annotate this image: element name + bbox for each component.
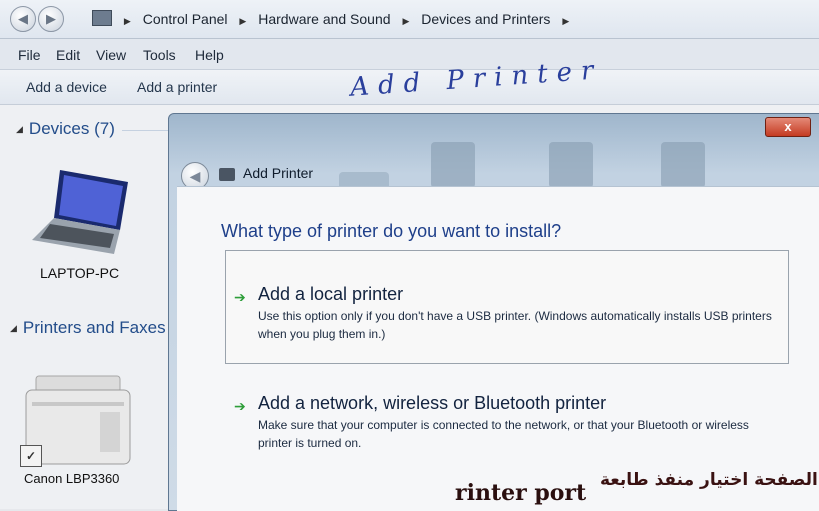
collapse-triangle-icon: ◢ [16, 124, 23, 134]
option-title: Add a network, wireless or Bluetooth pri… [258, 393, 607, 413]
breadcrumb-separator-icon[interactable]: ▶ [562, 16, 569, 26]
background-blur [431, 142, 475, 188]
option-description: Make sure that your computer is connecte… [258, 418, 749, 450]
breadcrumb-separator-icon: ▶ [239, 16, 247, 26]
option-description: Use this option only if you don't have a… [258, 309, 772, 341]
forward-button[interactable]: ▶ [38, 6, 64, 32]
caption-fragment: rinter port [455, 480, 587, 506]
collapse-triangle-icon: ◢ [10, 323, 17, 333]
menu-tools[interactable]: Tools [143, 47, 176, 63]
address-bar: ◀ ▶ ▶ Control Panel ▶ Hardware and Sound… [0, 0, 819, 39]
green-arrow-icon: ➔ [234, 289, 246, 305]
laptop-icon[interactable] [30, 168, 130, 258]
menu-edit[interactable]: Edit [56, 47, 80, 63]
close-button[interactable]: x [765, 117, 811, 137]
green-arrow-icon: ➔ [234, 398, 246, 414]
back-button[interactable]: ◀ [10, 6, 36, 32]
dialog-title: Add Printer [243, 165, 314, 181]
option-title: Add a local printer [258, 284, 404, 304]
devices-group-header[interactable]: ◢ Devices (7) [16, 119, 115, 139]
breadcrumb-devices-and-printers[interactable]: Devices and Printers [421, 11, 550, 27]
default-printer-badge-icon: ✓ [20, 445, 42, 467]
arabic-caption: الصفحة اختيار منفذ طابعة [600, 470, 818, 490]
breadcrumb-separator-icon: ▶ [123, 16, 131, 26]
breadcrumb: ▶ Control Panel ▶ Hardware and Sound ▶ D… [92, 10, 577, 27]
dialog-question: What type of printer do you want to inst… [221, 221, 562, 241]
add-device-button[interactable]: Add a device [26, 79, 107, 95]
background-blur [661, 142, 705, 188]
breadcrumb-control-panel[interactable]: Control Panel [143, 11, 228, 27]
menu-help[interactable]: Help [195, 47, 224, 63]
printer-label: Canon LBP3360 [24, 471, 120, 486]
group-divider [122, 130, 168, 131]
menu-bar: File Edit View Tools Help [0, 39, 819, 70]
background-blur [549, 142, 593, 188]
dialog-body: What type of printer do you want to inst… [177, 186, 819, 511]
printers-group-label: Printers and Faxes [22, 318, 166, 337]
menu-file[interactable]: File [18, 47, 41, 63]
printer-icon [219, 168, 235, 181]
printers-group-header[interactable]: ◢ Printers and Faxes [10, 318, 166, 338]
device-label: LAPTOP-PC [40, 265, 120, 281]
breadcrumb-hardware-and-sound[interactable]: Hardware and Sound [258, 11, 390, 27]
add-local-printer-option[interactable]: ➔ Add a local printer Use this option on… [225, 250, 789, 364]
add-printer-button[interactable]: Add a printer [137, 79, 217, 95]
control-panel-icon [92, 10, 112, 26]
devices-group-label: Devices (7) [28, 119, 115, 138]
breadcrumb-separator-icon: ▶ [402, 16, 410, 26]
add-printer-dialog: x ◀ Add Printer What type of printer do … [168, 113, 819, 511]
menu-view[interactable]: View [96, 47, 126, 63]
